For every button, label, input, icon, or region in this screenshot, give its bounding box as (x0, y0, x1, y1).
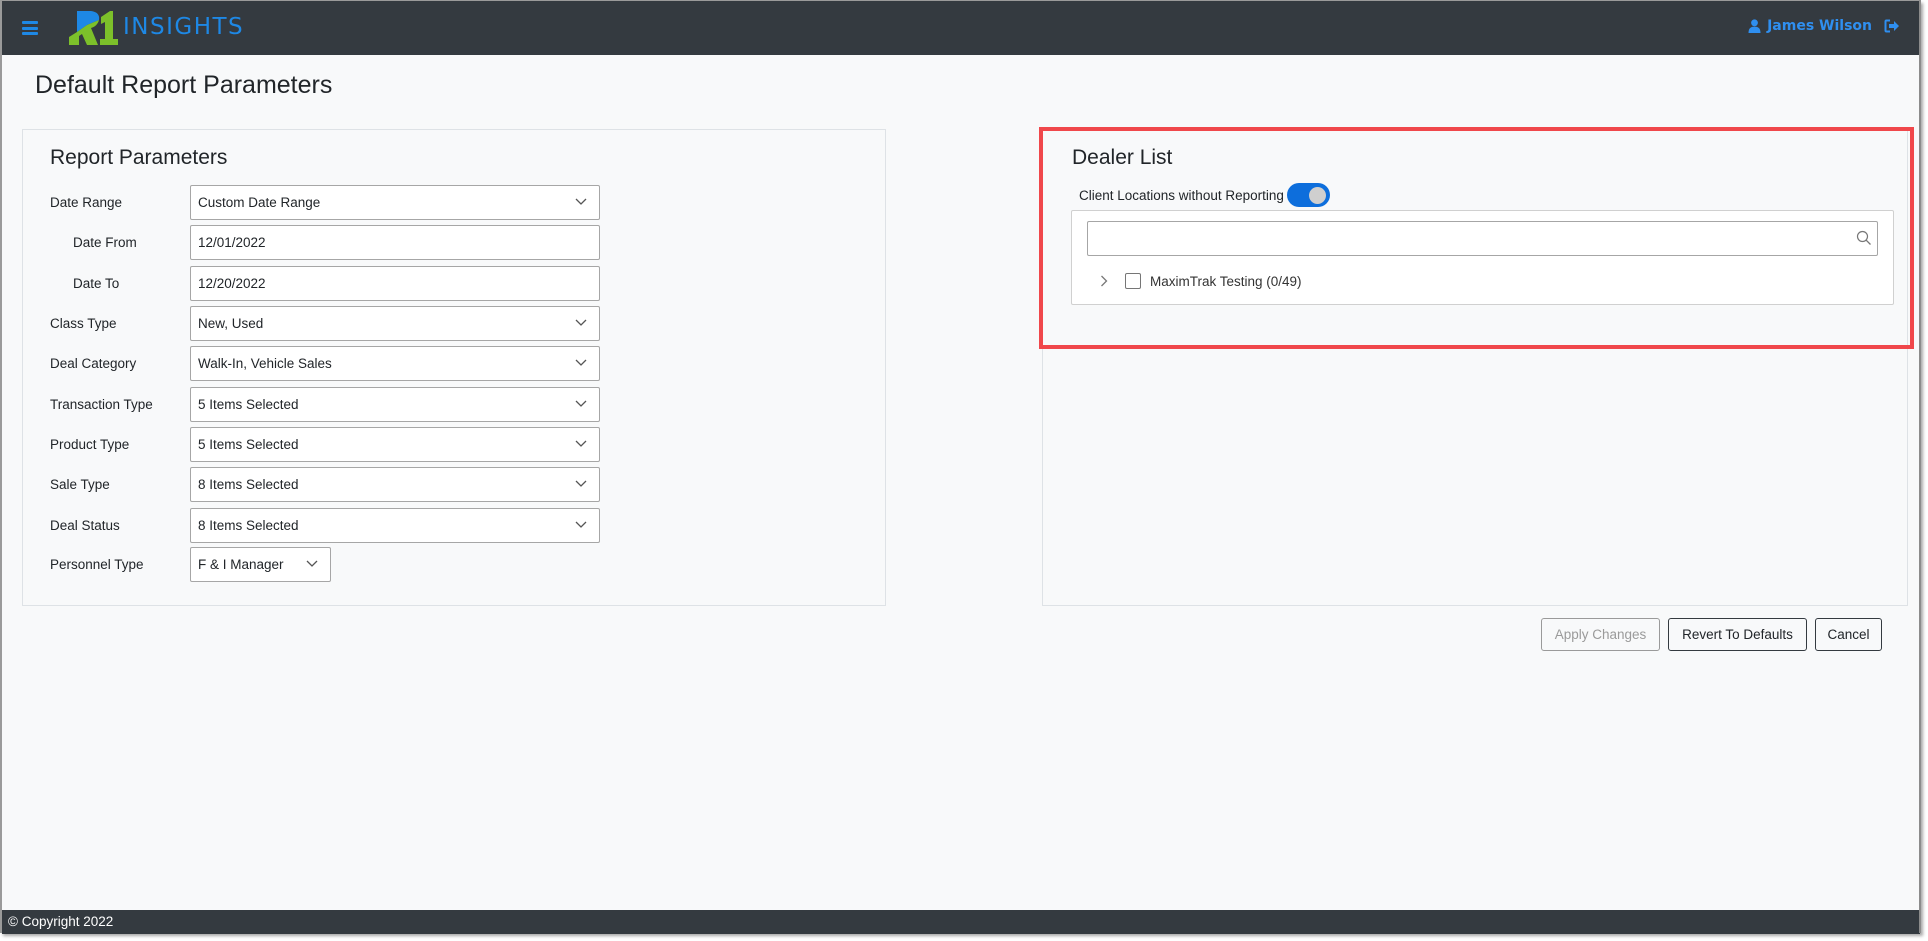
dealer-checkbox[interactable] (1125, 273, 1141, 289)
date-to-input[interactable]: 12/20/2022 (190, 266, 600, 301)
sign-out-icon[interactable] (1884, 19, 1900, 33)
user-icon (1748, 19, 1761, 33)
client-locations-toggle-row: Client Locations without Reporting (1079, 182, 1330, 208)
deal-category-select[interactable]: Walk-In, Vehicle Sales (190, 346, 600, 381)
top-navbar: INSIGHTS James Wilson (2, 1, 1920, 55)
date-to-value: 12/20/2022 (198, 276, 266, 291)
chevron-down-icon (306, 560, 318, 567)
personnel-type-row: Personnel Type F & I Manager (23, 547, 885, 582)
product-type-select[interactable]: 5 Items Selected (190, 427, 600, 462)
chevron-right-icon[interactable] (1099, 274, 1109, 288)
class-type-label: Class Type (50, 316, 117, 331)
transaction-type-row: Transaction Type 5 Items Selected (23, 387, 885, 422)
deal-category-label: Deal Category (50, 356, 137, 371)
date-from-row: Date From 12/01/2022 (23, 225, 885, 260)
app-window: INSIGHTS James Wilson Default Report Par… (0, 0, 1920, 934)
client-locations-toggle[interactable] (1286, 183, 1330, 207)
deal-status-select[interactable]: 8 Items Selected (190, 508, 600, 543)
class-type-row: Class Type New, Used (23, 306, 885, 341)
transaction-type-select[interactable]: 5 Items Selected (190, 387, 600, 422)
search-icon[interactable] (1856, 230, 1872, 246)
deal-category-value: Walk-In, Vehicle Sales (198, 356, 332, 371)
chevron-down-icon (575, 359, 587, 366)
personnel-type-select[interactable]: F & I Manager (190, 547, 331, 582)
product-type-row: Product Type 5 Items Selected (23, 427, 885, 462)
date-range-select[interactable]: Custom Date Range (190, 185, 600, 220)
dealer-list-panel: Dealer List Client Locations without Rep… (1042, 129, 1908, 606)
footer: © Copyright 2022 (2, 910, 1920, 934)
page-title: Default Report Parameters (35, 71, 333, 99)
tree-item: MaximTrak Testing (0/49) (1099, 269, 1302, 293)
chevron-down-icon (575, 319, 587, 326)
report-parameters-panel: Report Parameters Date Range Custom Date… (22, 129, 886, 606)
chevron-down-icon (575, 440, 587, 447)
deal-status-value: 8 Items Selected (198, 518, 299, 533)
dealer-label[interactable]: MaximTrak Testing (0/49) (1150, 274, 1302, 289)
sale-type-select[interactable]: 8 Items Selected (190, 467, 600, 502)
r1-logo-icon[interactable] (67, 10, 119, 47)
personnel-type-label: Personnel Type (50, 557, 144, 572)
dealer-tree: MaximTrak Testing (0/49) (1071, 210, 1894, 305)
transaction-type-label: Transaction Type (50, 397, 153, 412)
chevron-down-icon (575, 400, 587, 407)
deal-category-row: Deal Category Walk-In, Vehicle Sales (23, 346, 885, 381)
product-type-label: Product Type (50, 437, 130, 452)
sale-type-value: 8 Items Selected (198, 477, 299, 492)
toggle-knob (1308, 186, 1326, 204)
date-range-value: Custom Date Range (198, 195, 321, 210)
class-type-select[interactable]: New, Used (190, 306, 600, 341)
date-from-input[interactable]: 12/01/2022 (190, 225, 600, 260)
product-type-value: 5 Items Selected (198, 437, 299, 452)
date-to-label: Date To (73, 276, 120, 291)
sale-type-row: Sale Type 8 Items Selected (23, 467, 885, 502)
class-type-value: New, Used (198, 316, 264, 331)
chevron-down-icon (575, 521, 587, 528)
chevron-down-icon (575, 198, 587, 205)
deal-status-label: Deal Status (50, 518, 120, 533)
user-menu[interactable]: James Wilson (1748, 18, 1900, 34)
date-from-value: 12/01/2022 (198, 235, 266, 250)
user-name[interactable]: James Wilson (1767, 18, 1872, 34)
personnel-type-value: F & I Manager (198, 557, 284, 572)
report-parameters-title: Report Parameters (50, 146, 228, 169)
date-to-row: Date To 12/20/2022 (23, 266, 885, 301)
copyright-text: © Copyright 2022 (8, 914, 114, 929)
apply-changes-button[interactable]: Apply Changes (1541, 618, 1660, 651)
transaction-type-value: 5 Items Selected (198, 397, 299, 412)
window-border (1919, 0, 1921, 933)
revert-to-defaults-button[interactable]: Revert To Defaults (1668, 618, 1807, 651)
chevron-down-icon (575, 480, 587, 487)
hamburger-menu-icon[interactable] (22, 21, 38, 35)
sale-type-label: Sale Type (50, 477, 110, 492)
brand-name: INSIGHTS (123, 14, 245, 40)
dealer-list-title: Dealer List (1072, 146, 1173, 169)
date-range-row: Date Range Custom Date Range (23, 185, 885, 220)
cancel-button[interactable]: Cancel (1815, 618, 1882, 651)
deal-status-row: Deal Status 8 Items Selected (23, 508, 885, 543)
client-locations-toggle-label: Client Locations without Reporting (1079, 187, 1284, 203)
date-from-label: Date From (73, 235, 137, 250)
date-range-label: Date Range (50, 195, 123, 210)
dealer-search-input[interactable] (1087, 221, 1878, 256)
